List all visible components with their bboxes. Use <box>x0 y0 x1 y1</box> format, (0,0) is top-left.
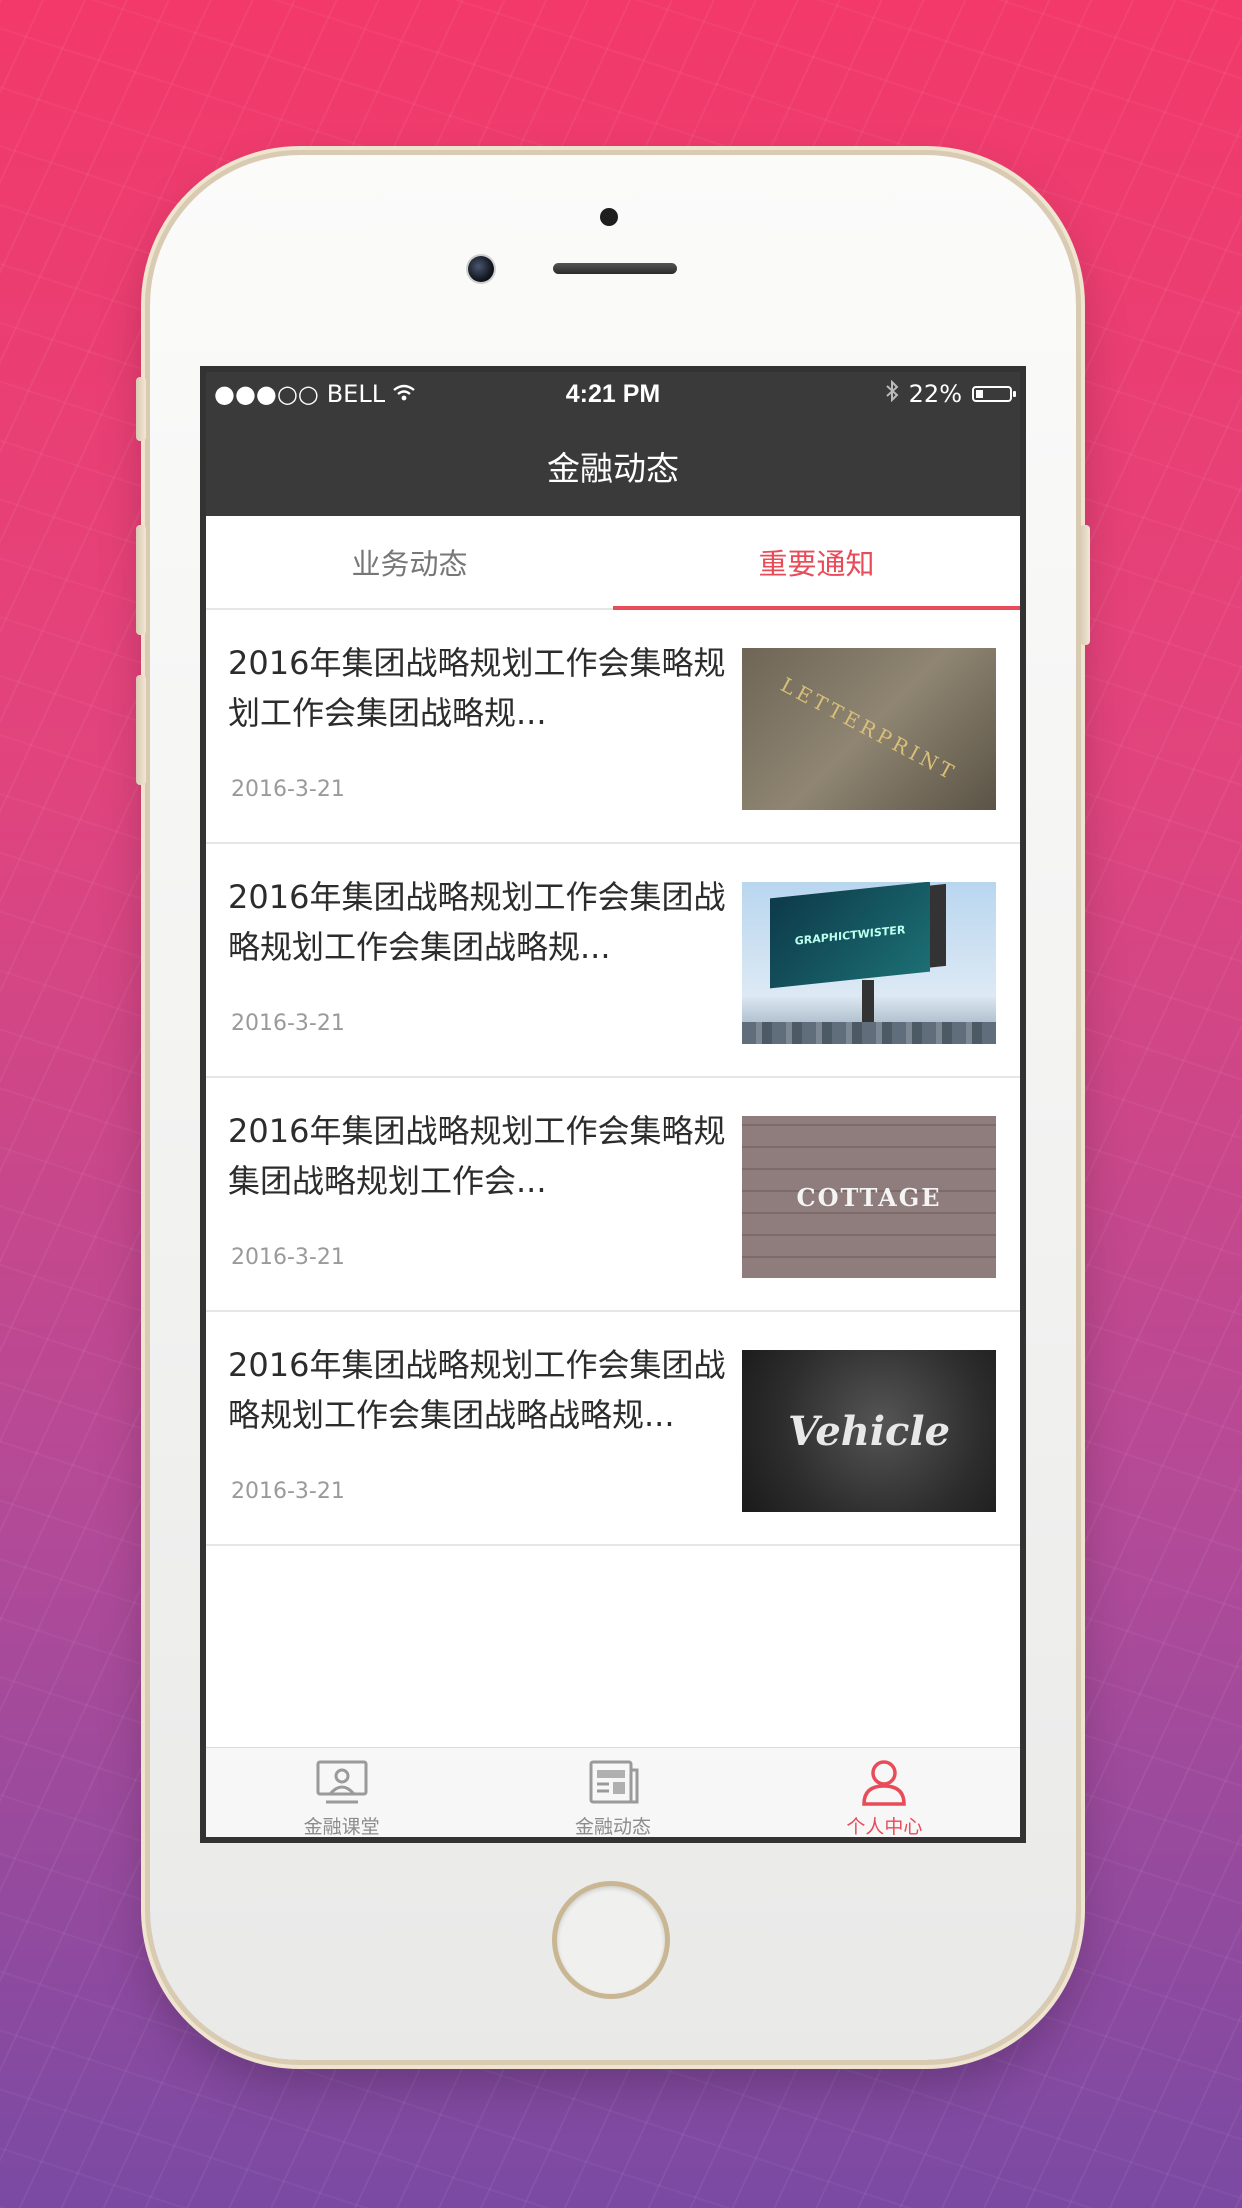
list-item[interactable]: 2016年集团战略规划工作会集略规划工作会集团战略规... 2016-3-21 … <box>206 610 1020 844</box>
billboard-graphic: GRAPHICTWISTER <box>770 882 930 989</box>
thumbnail-logo-text: Vehicle <box>787 1407 951 1455</box>
news-list: 2016年集团战略规划工作会集略规划工作会集团战略规... 2016-3-21 … <box>206 610 1020 1747</box>
clock: 4:21 PM <box>565 379 661 408</box>
news-icon <box>589 1760 639 1803</box>
news-title: 2016年集团战略规划工作会集略规划工作会集团战略规... <box>228 644 726 732</box>
tabbar-label: 个人中心 <box>846 1815 923 1838</box>
news-title: 2016年集团战略规划工作会集团战略规划工作会集团战略战略规... <box>228 1346 726 1434</box>
earpiece-speaker <box>553 263 677 274</box>
battery-level <box>976 390 983 398</box>
proximity-sensor <box>600 208 618 226</box>
news-date: 2016-3-21 <box>231 1011 345 1036</box>
tabbar-item-classroom[interactable]: 金融课堂 <box>206 1748 477 1838</box>
tab-label: 业务动态 <box>351 547 468 581</box>
nav-bar: 金融动态 <box>206 416 1020 516</box>
bottom-tab-bar: 金融课堂 金融动态 个人中心 <box>206 1747 1020 1838</box>
tabbar-item-personal-center[interactable]: 个人中心 <box>749 1748 1020 1838</box>
tab-important-notice[interactable]: 重要通知 <box>613 516 1020 610</box>
list-item[interactable]: 2016年集团战略规划工作会集团战略规划工作会集团战略规... 2016-3-2… <box>206 844 1020 1078</box>
status-bar: ●●●○○ BELL 4:21 PM 22% <box>206 372 1020 416</box>
volume-down-button <box>136 675 146 785</box>
news-thumbnail: COTTAGE <box>742 1116 996 1278</box>
tab-business-news[interactable]: 业务动态 <box>206 516 613 608</box>
mute-switch <box>136 377 146 441</box>
tab-label: 重要通知 <box>758 547 875 581</box>
tabbar-label: 金融动态 <box>574 1815 651 1838</box>
news-title: 2016年集团战略规划工作会集略规集团战略规划工作会... <box>228 1112 726 1200</box>
thumbnail-logo-text: LETTERPRINT <box>776 672 962 786</box>
news-date: 2016-3-21 <box>231 1479 345 1504</box>
news-thumbnail: GRAPHICTWISTER <box>742 882 996 1044</box>
list-item[interactable]: 2016年集团战略规划工作会集略规集团战略规划工作会... 2016-3-21 … <box>206 1078 1020 1312</box>
segment-tabs: 业务动态 重要通知 <box>206 516 1020 610</box>
classroom-icon <box>316 1760 368 1803</box>
tabbar-item-finance-news[interactable]: 金融动态 <box>477 1748 748 1838</box>
city-skyline <box>742 1022 996 1044</box>
news-thumbnail: LETTERPRINT <box>742 648 996 810</box>
volume-up-button <box>136 525 146 635</box>
news-thumbnail: Vehicle <box>742 1350 996 1512</box>
thumbnail-logo-text: COTTAGE <box>796 1182 942 1212</box>
user-icon <box>862 1759 907 1806</box>
power-button <box>1080 525 1090 645</box>
home-button[interactable] <box>552 1881 670 1999</box>
news-title: 2016年集团战略规划工作会集团战略规划工作会集团战略规... <box>228 878 726 966</box>
front-camera <box>468 256 494 282</box>
page-title: 金融动态 <box>547 449 679 488</box>
phone-frame: ●●●○○ BELL 4:21 PM 22% 金融动态 业务动态 重要通知 20… <box>136 155 1090 2060</box>
battery-icon <box>972 386 1016 402</box>
news-date: 2016-3-21 <box>231 1245 345 1270</box>
phone-screen: ●●●○○ BELL 4:21 PM 22% 金融动态 业务动态 重要通知 20… <box>200 366 1026 1843</box>
list-item[interactable]: 2016年集团战略规划工作会集团战略规划工作会集团战略战略规... 2016-3… <box>206 1312 1020 1546</box>
tabbar-label: 金融课堂 <box>303 1815 380 1838</box>
news-date: 2016-3-21 <box>231 777 345 802</box>
